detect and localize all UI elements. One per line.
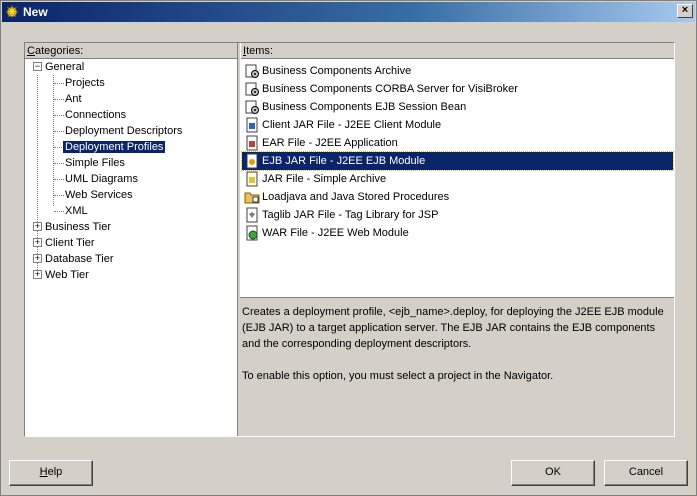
item-label: Business Components Archive (262, 65, 412, 77)
item-label: Business Components EJB Session Bean (262, 101, 467, 113)
tree-node-label: Database Tier (45, 253, 114, 265)
item-label: EJB JAR File - J2EE EJB Module (262, 155, 426, 167)
item-label: EAR File - J2EE Application (262, 137, 398, 149)
cancel-button[interactable]: Cancel (604, 460, 688, 486)
tree-connector (53, 75, 54, 206)
tree-node-label: Web Tier (45, 269, 89, 281)
tree-node-xml[interactable]: XML (63, 203, 90, 219)
item-label: JAR File - Simple Archive (262, 173, 387, 185)
tree-node-label: Deployment Descriptors (65, 125, 183, 137)
ok-button[interactable]: OK (511, 460, 595, 486)
list-item[interactable]: Client JAR File - J2EE Client Module (242, 116, 673, 134)
tree-node-label: Client Tier (45, 237, 95, 249)
jar-file-icon (246, 117, 258, 133)
tree-node-uml-diagrams[interactable]: UML Diagrams (63, 171, 140, 187)
categories-panel: Categories: − General Projects Ant Conne… (25, 43, 238, 436)
archive-gear-icon (245, 100, 259, 114)
list-item[interactable]: Loadjava and Java Stored Procedures (242, 188, 673, 206)
list-item[interactable]: Business Components CORBA Server for Vis… (242, 80, 673, 98)
new-icon (5, 4, 19, 18)
items-panel: Items: Business Components Archive Busin… (240, 43, 674, 297)
war-file-icon (246, 225, 258, 241)
list-item[interactable]: Business Components Archive (242, 62, 673, 80)
jar-file-icon (246, 171, 258, 187)
item-label: Taglib JAR File - Tag Library for JSP (262, 209, 439, 221)
expand-icon[interactable]: + (33, 238, 42, 247)
tree-node-connections[interactable]: Connections (63, 107, 128, 123)
list-item[interactable]: EAR File - J2EE Application (242, 134, 673, 152)
description-hint: To enable this option, you must select a… (242, 370, 554, 382)
list-item[interactable]: Taglib JAR File - Tag Library for JSP (242, 206, 673, 224)
ear-file-icon (246, 135, 258, 151)
loadjava-icon (244, 192, 260, 204)
description-panel: Creates a deployment profile, <ejb_name>… (240, 297, 674, 436)
tree-node-deployment-descriptors[interactable]: Deployment Descriptors (63, 123, 184, 139)
item-label: WAR File - J2EE Web Module (262, 227, 409, 239)
list-item[interactable]: Business Components EJB Session Bean (242, 98, 673, 116)
tree-node-web-services[interactable]: Web Services (63, 187, 135, 203)
taglib-icon (246, 207, 258, 223)
item-label: Client JAR File - J2EE Client Module (262, 119, 442, 131)
tree-node-label: UML Diagrams (65, 173, 138, 185)
tree-node-projects[interactable]: Projects (63, 75, 107, 91)
tree-node-label: Deployment Profiles (63, 141, 166, 153)
tree-node-label: General (45, 61, 85, 73)
tree-node-label: XML (65, 205, 88, 217)
help-mnemonic: H (39, 466, 48, 478)
list-item[interactable]: JAR File - Simple Archive (242, 170, 673, 188)
archive-gear-icon (245, 82, 259, 96)
tree-node-label: Ant (65, 93, 82, 105)
collapse-icon[interactable]: − (33, 62, 42, 71)
tree-node-label: Web Services (65, 189, 133, 201)
categories-header: Categories: (25, 43, 237, 59)
window-title: New (23, 5, 48, 19)
description-text: Creates a deployment profile, <ejb_name>… (242, 306, 664, 350)
list-item[interactable]: WAR File - J2EE Web Module (242, 224, 673, 242)
expand-icon[interactable]: + (33, 270, 42, 279)
items-header: Items: (241, 43, 674, 59)
expand-icon[interactable]: + (33, 254, 42, 263)
tree-connector (37, 75, 38, 278)
tree-node-label: Connections (65, 109, 127, 121)
ejb-jar-icon (246, 153, 258, 169)
tree-node-label: Business Tier (45, 221, 112, 233)
item-label: Business Components CORBA Server for Vis… (262, 83, 518, 95)
tree-node-simple-files[interactable]: Simple Files (63, 155, 127, 171)
tree-node-ant[interactable]: Ant (63, 91, 84, 107)
expand-icon[interactable]: + (33, 222, 42, 231)
tree-node-label: Simple Files (65, 157, 125, 169)
items-header-label: tems: (246, 45, 273, 57)
list-item-selected[interactable]: EJB JAR File - J2EE EJB Module (241, 151, 674, 171)
help-label: elp (47, 466, 63, 478)
categories-header-label: ategories: (34, 45, 84, 57)
tree-node-deployment-profiles[interactable]: Deployment Profiles (63, 139, 166, 155)
tree-node-label: Projects (65, 77, 105, 89)
close-button[interactable]: × (677, 4, 693, 18)
archive-gear-icon (245, 64, 259, 78)
item-label: Loadjava and Java Stored Procedures (262, 191, 450, 203)
help-button[interactable]: Help (9, 460, 93, 486)
title-bar[interactable]: New × (2, 2, 695, 22)
categories-header-mnemonic: C (27, 45, 35, 57)
new-dialog: New × Categories: − General Projects Ant (0, 0, 697, 496)
